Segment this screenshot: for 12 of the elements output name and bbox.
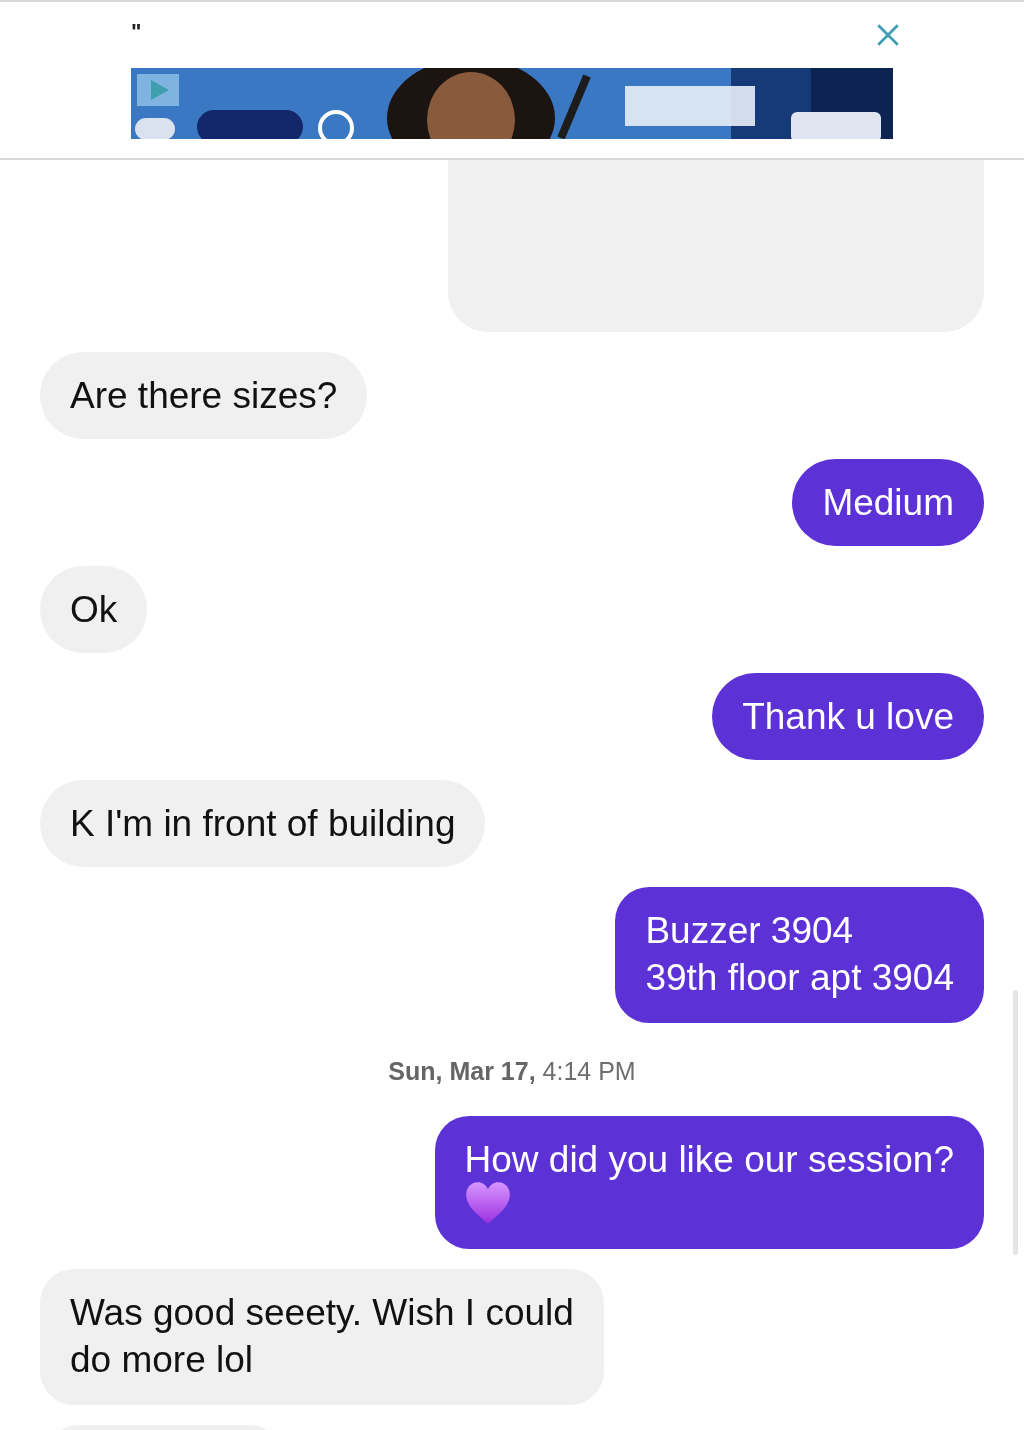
message-bubble: Was good seeety. Wish I could do more lol (40, 1269, 604, 1405)
ad-mark: " (131, 19, 142, 45)
message-bubble: How did you like our session? (434, 1116, 984, 1249)
message-timestamp: Sun, Mar 17, 4:14 PM (387, 1057, 637, 1086)
message-bubble: Thank u love (712, 673, 984, 760)
message-bubble: Buzzer 3904 39th floor apt 3904 (615, 887, 984, 1023)
message-bubble: Ok (40, 566, 148, 653)
message-bubble: K I'm in front of building (40, 780, 486, 867)
message-bubble: Are there sizes? (40, 352, 368, 439)
message-bubble: Medium (792, 459, 984, 546)
scrollbar[interactable] (1013, 990, 1018, 1255)
close-icon[interactable] (875, 22, 901, 48)
